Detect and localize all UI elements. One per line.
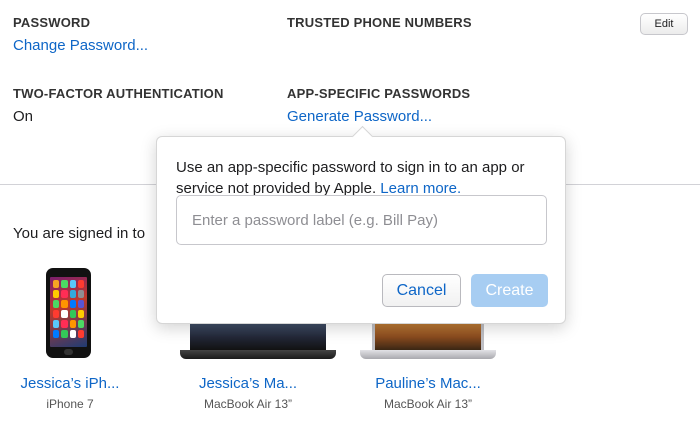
generate-password-link[interactable]: Generate Password... bbox=[287, 108, 432, 125]
password-heading: PASSWORD bbox=[13, 15, 91, 30]
iphone-image bbox=[46, 268, 91, 358]
popover-description-text: Use an app-specific password to sign in … bbox=[176, 159, 525, 197]
edit-button[interactable]: Edit bbox=[640, 13, 688, 35]
popover-description: Use an app-specific password to sign in … bbox=[176, 157, 556, 199]
app-specific-passwords-heading: APP-SPECIFIC PASSWORDS bbox=[287, 86, 471, 101]
device-name[interactable]: Pauline’s Mac... bbox=[358, 375, 498, 392]
two-factor-status: On bbox=[13, 108, 34, 125]
device-model: iPhone 7 bbox=[46, 397, 94, 411]
device-name[interactable]: Jessica’s Ma... bbox=[178, 375, 318, 392]
device-model: MacBook Air 13” bbox=[383, 397, 473, 411]
macbook-base bbox=[180, 350, 336, 359]
two-factor-heading: TWO-FACTOR AUTHENTICATION bbox=[13, 86, 224, 101]
password-label-input[interactable] bbox=[176, 195, 547, 245]
app-password-popover: Use an app-specific password to sign in … bbox=[156, 136, 566, 324]
create-button[interactable]: Create bbox=[471, 274, 548, 307]
cancel-button[interactable]: Cancel bbox=[382, 274, 461, 307]
change-password-link[interactable]: Change Password... bbox=[13, 37, 148, 54]
device-name[interactable]: Jessica’s iPh... bbox=[0, 375, 140, 392]
signed-in-text: You are signed in to bbox=[13, 225, 146, 242]
trusted-phone-numbers-heading: TRUSTED PHONE NUMBERS bbox=[287, 15, 472, 30]
device-model: MacBook Air 13” bbox=[203, 397, 293, 411]
macbook-base bbox=[360, 350, 496, 359]
